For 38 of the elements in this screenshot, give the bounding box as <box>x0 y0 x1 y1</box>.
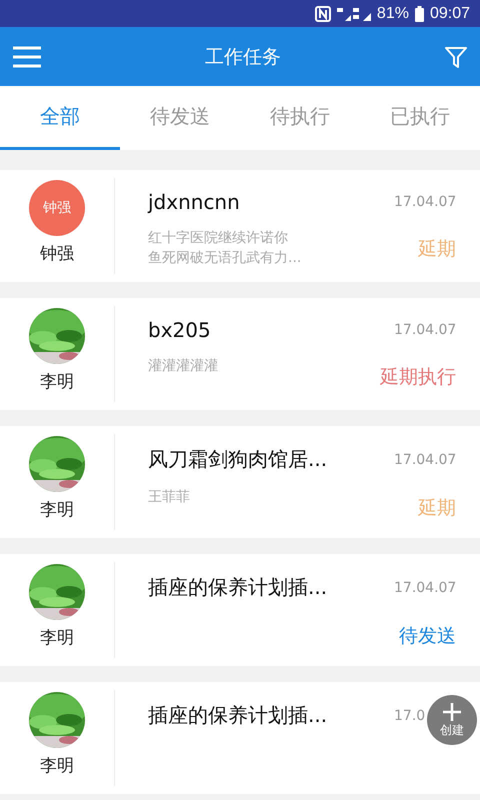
task-description: 鱼死网破无语孔武有力... <box>148 249 302 268</box>
nfc-icon <box>314 6 331 22</box>
task-title: 插座的保养计划插... <box>148 574 328 601</box>
battery-percent: 81% <box>376 4 409 22</box>
person-name: 李明 <box>40 371 74 393</box>
task-title: 风刀霜剑狗肉馆居... <box>148 446 328 473</box>
task-status: 待发送 <box>399 624 456 649</box>
task-date: 17.04.07 <box>394 194 456 210</box>
task-description: 王菲菲 <box>148 488 190 507</box>
screen-title: 工作任务 <box>205 44 281 70</box>
person-name: 李明 <box>40 499 74 521</box>
task-date: 17.04.07 <box>394 452 456 468</box>
person-name: 李明 <box>40 627 74 649</box>
task-card[interactable]: 李明 风刀霜剑狗肉馆居... 17.04.07 王菲菲 延期 <box>0 426 480 538</box>
task-title: 插座的保养计划插... <box>148 702 328 729</box>
task-date: 17.04.07 <box>394 580 456 596</box>
task-title: bx205 <box>148 318 211 342</box>
task-card[interactable]: 李明 bx205 17.04.07 灌灌灌灌灌 延期执行 <box>0 298 480 410</box>
person-name: 钟强 <box>40 243 74 265</box>
filter-icon[interactable] <box>444 44 468 68</box>
task-date: 17.0 <box>394 708 426 724</box>
task-date: 17.04.07 <box>394 322 456 338</box>
task-status: 延期执行 <box>380 365 456 390</box>
menu-icon[interactable] <box>12 44 42 68</box>
clock: 09:07 <box>430 4 470 22</box>
task-description: 红十字医院继续许诺你 <box>148 229 289 248</box>
person-name: 李明 <box>40 755 74 777</box>
task-card[interactable]: 钟强 钟强 jdxnncnn 17.04.07 红十字医院继续许诺你 鱼死网破无语孔武有力... 延期 <box>0 170 480 282</box>
task-status: 延期 <box>418 496 456 521</box>
task-status: 延期 <box>418 237 456 262</box>
plus-icon <box>442 702 462 722</box>
tab[interactable]: 全部 <box>0 86 120 150</box>
avatar: 钟强 <box>29 180 85 236</box>
task-description: 灌灌灌灌灌 <box>148 357 218 376</box>
battery-icon <box>414 6 424 22</box>
task-card[interactable]: 李明 插座的保养计划插... 17.04.07 待发送 <box>0 554 480 666</box>
signal-icon <box>336 6 371 20</box>
task-title: jdxnncnn <box>148 190 240 214</box>
